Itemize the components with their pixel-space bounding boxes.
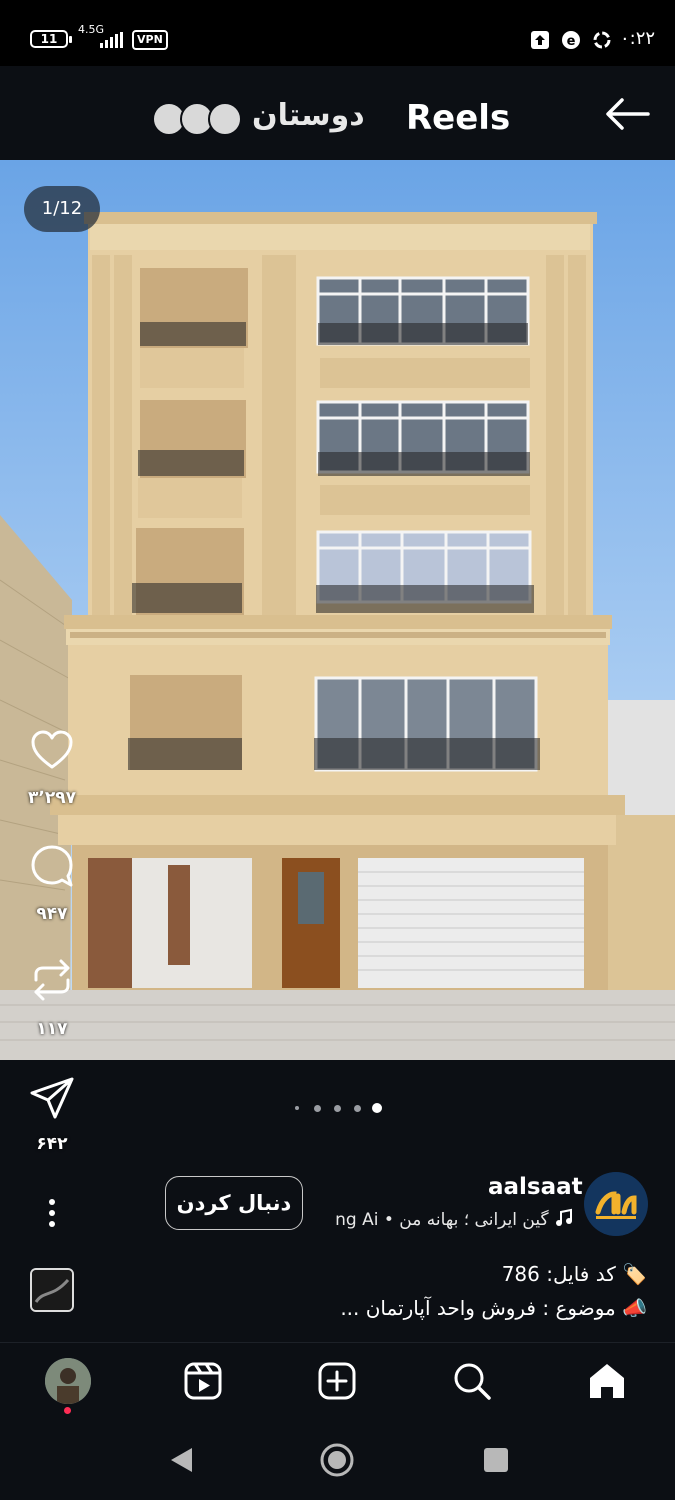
likes-count[interactable]: ۳٬۲۹۷	[10, 788, 94, 808]
user-avatar-image	[45, 1358, 91, 1404]
music-text: گین ایرانی ؛ بهانه من • ng Ai	[335, 1210, 549, 1230]
reposts-count[interactable]: ۱۱۷	[10, 1019, 94, 1039]
reels-icon[interactable]	[182, 1360, 224, 1402]
username[interactable]: aalsaat	[488, 1174, 583, 1200]
audio-thumbnail[interactable]	[30, 1268, 74, 1312]
music-info[interactable]: گین ایرانی ؛ بهانه من • ng Ai	[320, 1208, 574, 1230]
caption-line-1[interactable]: 🏷️ کد فایل: 786	[502, 1262, 647, 1286]
signal-icon	[100, 32, 123, 48]
profile-avatar[interactable]	[584, 1172, 648, 1236]
profile-tab-avatar[interactable]	[45, 1358, 91, 1404]
svg-text:e: e	[567, 34, 576, 49]
create-icon[interactable]	[316, 1360, 358, 1402]
comment-icon[interactable]	[28, 842, 76, 890]
send-icon[interactable]	[28, 1074, 76, 1122]
home-icon[interactable]	[586, 1360, 628, 1402]
heart-icon[interactable]	[28, 726, 76, 774]
app-icon: e	[562, 31, 580, 49]
building-photo	[0, 212, 675, 1060]
recents-square-icon[interactable]	[483, 1447, 509, 1473]
brand-logo	[584, 1172, 648, 1236]
friends-tab[interactable]: دوستان	[252, 98, 365, 133]
pager-dot	[295, 1106, 299, 1110]
home-circle-icon[interactable]	[319, 1442, 355, 1478]
pager-dot	[353, 1104, 361, 1112]
back-triangle-icon[interactable]	[168, 1446, 194, 1474]
post-image[interactable]	[0, 160, 675, 1060]
page-title: Reels	[406, 98, 511, 138]
pager-dot	[313, 1104, 321, 1112]
more-options-icon[interactable]	[38, 1196, 66, 1230]
search-icon[interactable]	[451, 1360, 493, 1402]
clock: ۰:۲۲	[620, 28, 656, 49]
upload-icon	[531, 31, 549, 49]
pager-dot	[372, 1103, 382, 1113]
repost-icon[interactable]	[28, 956, 76, 1004]
vpn-badge: VPN	[132, 30, 168, 50]
notification-dot	[64, 1407, 71, 1414]
pager-dot	[333, 1104, 341, 1112]
follow-button[interactable]: دنبال کردن	[165, 1176, 303, 1230]
shares-count[interactable]: ۶۴۲	[10, 1134, 94, 1154]
caption-line-2[interactable]: 📣 موضوع : فروش واحد آپارتمان ...	[340, 1296, 647, 1320]
sync-icon	[593, 31, 611, 49]
battery-indicator: 11	[30, 30, 72, 48]
friend-avatar	[208, 102, 242, 136]
comments-count[interactable]: ۹۴۷	[10, 904, 94, 924]
thumbnail-image	[32, 1270, 72, 1310]
image-counter: 1/12	[24, 186, 100, 232]
music-note-icon	[556, 1208, 572, 1226]
arrow-left-icon[interactable]	[604, 96, 650, 132]
